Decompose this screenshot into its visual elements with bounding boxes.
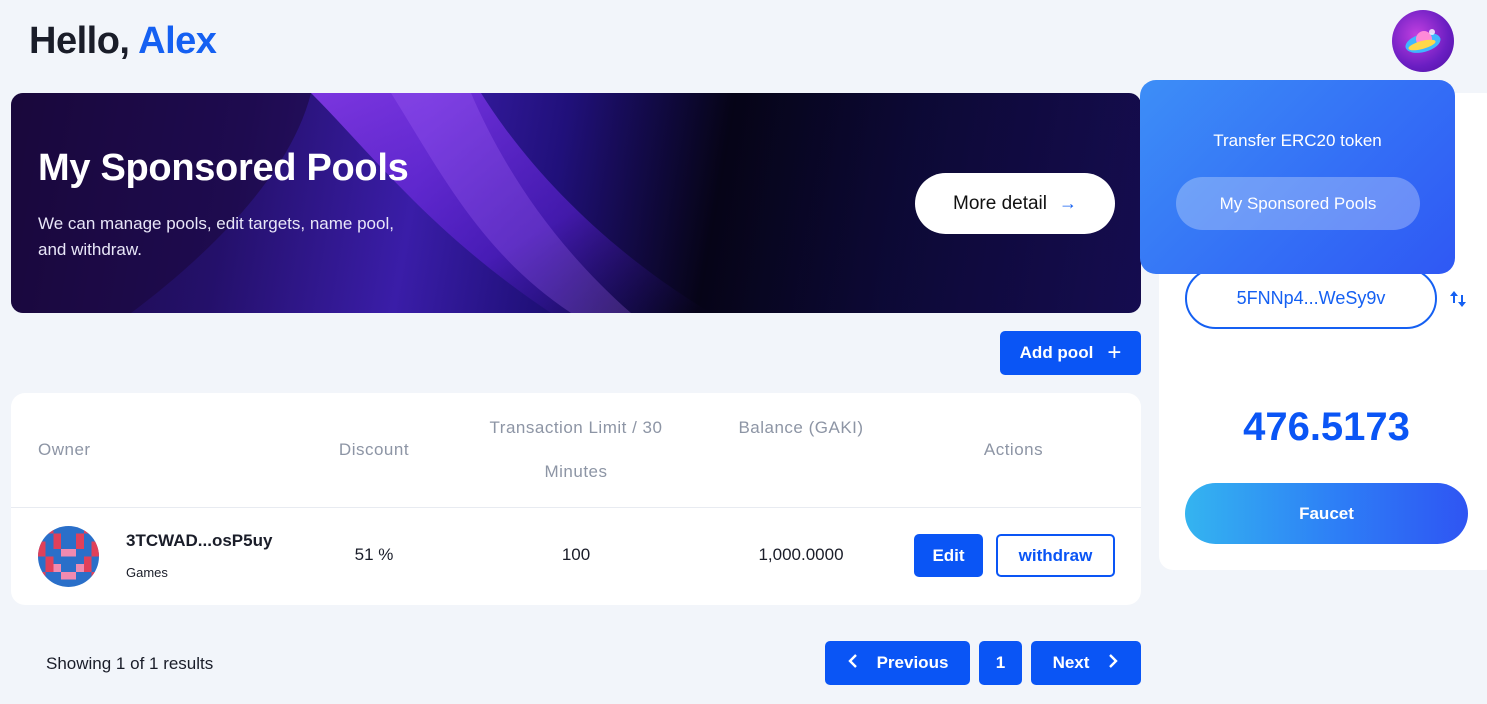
results-summary: Showing 1 of 1 results [46, 654, 214, 673]
account-dropdown-menu: Transfer ERC20 token My Sponsored Pools [1140, 80, 1455, 274]
previous-page-button[interactable]: Previous [825, 641, 970, 685]
identicon-icon [38, 526, 99, 587]
plus-icon: + [1107, 339, 1122, 366]
table-divider [11, 507, 1141, 508]
greeting-prefix: Hello, [29, 20, 130, 62]
balance-value: 1,000.0000 [758, 545, 844, 564]
wallet-balance: 476.5173 [1243, 405, 1410, 449]
user-name: Alex [138, 20, 217, 62]
arrow-right-icon: → [1059, 193, 1077, 213]
faucet-button[interactable]: Faucet [1185, 483, 1468, 544]
add-pool-button[interactable]: Add pool + [1000, 331, 1141, 375]
column-header-discount: Discount [338, 440, 410, 459]
menu-item-transfer-erc20[interactable]: Transfer ERC20 token [1140, 131, 1455, 151]
wallet-address-pill[interactable]: 5FNNp4...WeSy9v [1185, 268, 1437, 329]
menu-item-my-sponsored-pools[interactable]: My Sponsored Pools [1176, 177, 1420, 230]
chevron-left-icon [847, 653, 859, 673]
column-header-balance: Balance (GAKI) [738, 418, 864, 437]
transaction-limit-value: 100 [561, 545, 591, 564]
next-page-button[interactable]: Next [1031, 641, 1141, 685]
owner-category: Games [126, 565, 168, 580]
more-detail-label: More detail [953, 192, 1047, 214]
withdraw-button[interactable]: withdraw [996, 534, 1115, 577]
more-detail-button[interactable]: More detail → [915, 173, 1115, 234]
edit-button[interactable]: Edit [914, 534, 983, 577]
owner-avatar [38, 526, 99, 587]
planet-icon [1405, 29, 1441, 53]
previous-label: Previous [876, 653, 949, 672]
greeting: Hello, Alex [29, 20, 217, 63]
swap-arrows-icon[interactable] [1448, 289, 1468, 309]
column-header-transaction-limit: Transaction Limit / 30 Minutes [489, 418, 663, 481]
owner-address: 3TCWAD...osP5uy [126, 531, 273, 550]
banner-title: My Sponsored Pools [38, 147, 409, 189]
column-header-actions: Actions [983, 440, 1044, 459]
banner-description: We can manage pools, edit targets, name … [38, 214, 394, 259]
chevron-right-icon [1107, 653, 1119, 673]
next-label: Next [1052, 653, 1090, 672]
add-pool-label: Add pool [1019, 343, 1094, 362]
user-avatar[interactable] [1392, 10, 1454, 72]
sponsored-pools-banner: My Sponsored Pools We can manage pools, … [11, 93, 1141, 313]
column-header-owner: Owner [38, 440, 91, 459]
pools-table: Owner Discount Transaction Limit / 30 Mi… [11, 393, 1141, 605]
page-number-button[interactable]: 1 [979, 641, 1022, 685]
discount-value: 51 % [354, 545, 394, 564]
